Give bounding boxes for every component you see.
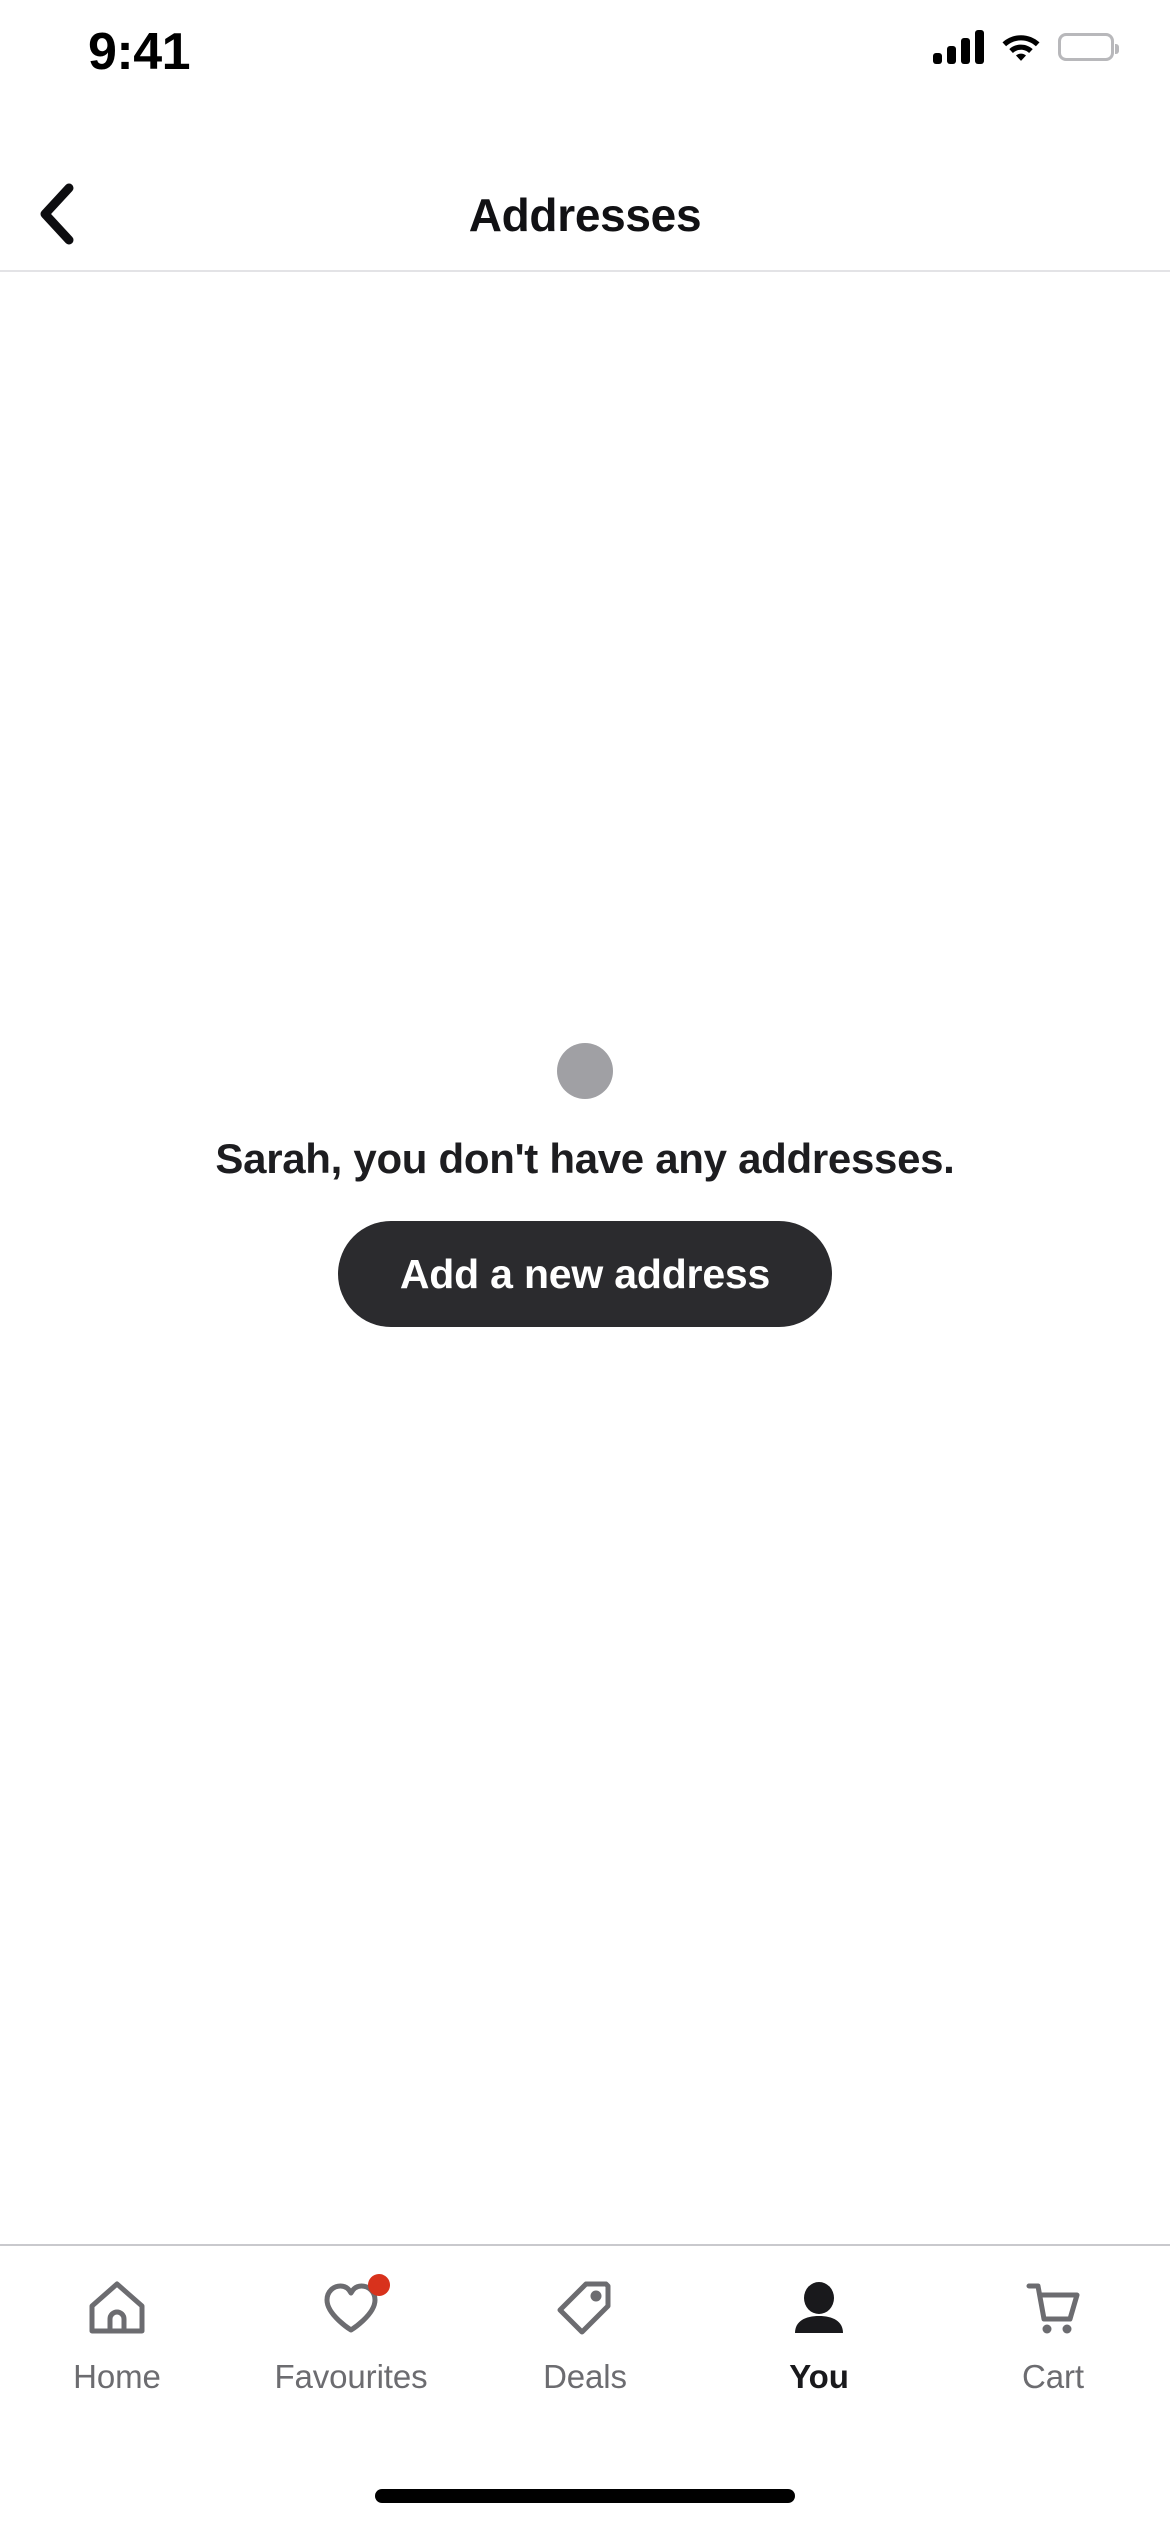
tab-label-home: Home xyxy=(73,2358,161,2395)
person-icon xyxy=(782,2272,856,2344)
navigation-bar: Addresses xyxy=(0,160,1170,272)
heart-icon xyxy=(314,2272,390,2344)
tab-label-favourites: Favourites xyxy=(274,2358,428,2395)
bottom-tab-bar: Home Favourites Deals You Cart xyxy=(0,2244,1170,2460)
shopping-cart-icon xyxy=(1016,2272,1090,2344)
status-bar-time: 9:41 xyxy=(88,23,191,81)
status-bar-icons xyxy=(933,30,1119,64)
favourites-badge xyxy=(368,2274,390,2296)
tab-label-you: You xyxy=(789,2358,849,2395)
tab-item-cart[interactable]: Cart xyxy=(936,2246,1170,2397)
tab-item-home[interactable]: Home xyxy=(0,2246,234,2397)
status-bar: 9:41 xyxy=(0,0,1170,160)
battery-full-icon xyxy=(1058,33,1119,61)
placeholder-circle-icon xyxy=(557,1043,613,1099)
add-new-address-button[interactable]: Add a new address xyxy=(337,1221,833,1327)
tab-label-cart: Cart xyxy=(1022,2358,1084,2395)
empty-state-message: Sarah, you don't have any addresses. xyxy=(215,1135,955,1182)
tag-icon xyxy=(548,2272,622,2344)
tab-item-favourites[interactable]: Favourites xyxy=(234,2246,468,2397)
cellular-signal-icon xyxy=(933,30,984,64)
wifi-icon xyxy=(1000,31,1042,63)
back-button[interactable] xyxy=(14,172,100,258)
tab-label-deals: Deals xyxy=(543,2358,627,2395)
tab-item-deals[interactable]: Deals xyxy=(468,2246,702,2397)
app-screen: 9:41 Addresses Sarah, you don't have any… xyxy=(0,0,1170,2532)
house-icon xyxy=(80,2272,154,2344)
home-indicator[interactable] xyxy=(375,2489,795,2503)
chevron-left-icon xyxy=(35,182,79,249)
empty-state: Sarah, you don't have any addresses. Add… xyxy=(0,1043,1170,1327)
content-area: Sarah, you don't have any addresses. Add… xyxy=(0,272,1170,2244)
page-title: Addresses xyxy=(468,189,702,241)
home-indicator-area xyxy=(0,2460,1170,2532)
tab-item-you[interactable]: You xyxy=(702,2246,936,2397)
